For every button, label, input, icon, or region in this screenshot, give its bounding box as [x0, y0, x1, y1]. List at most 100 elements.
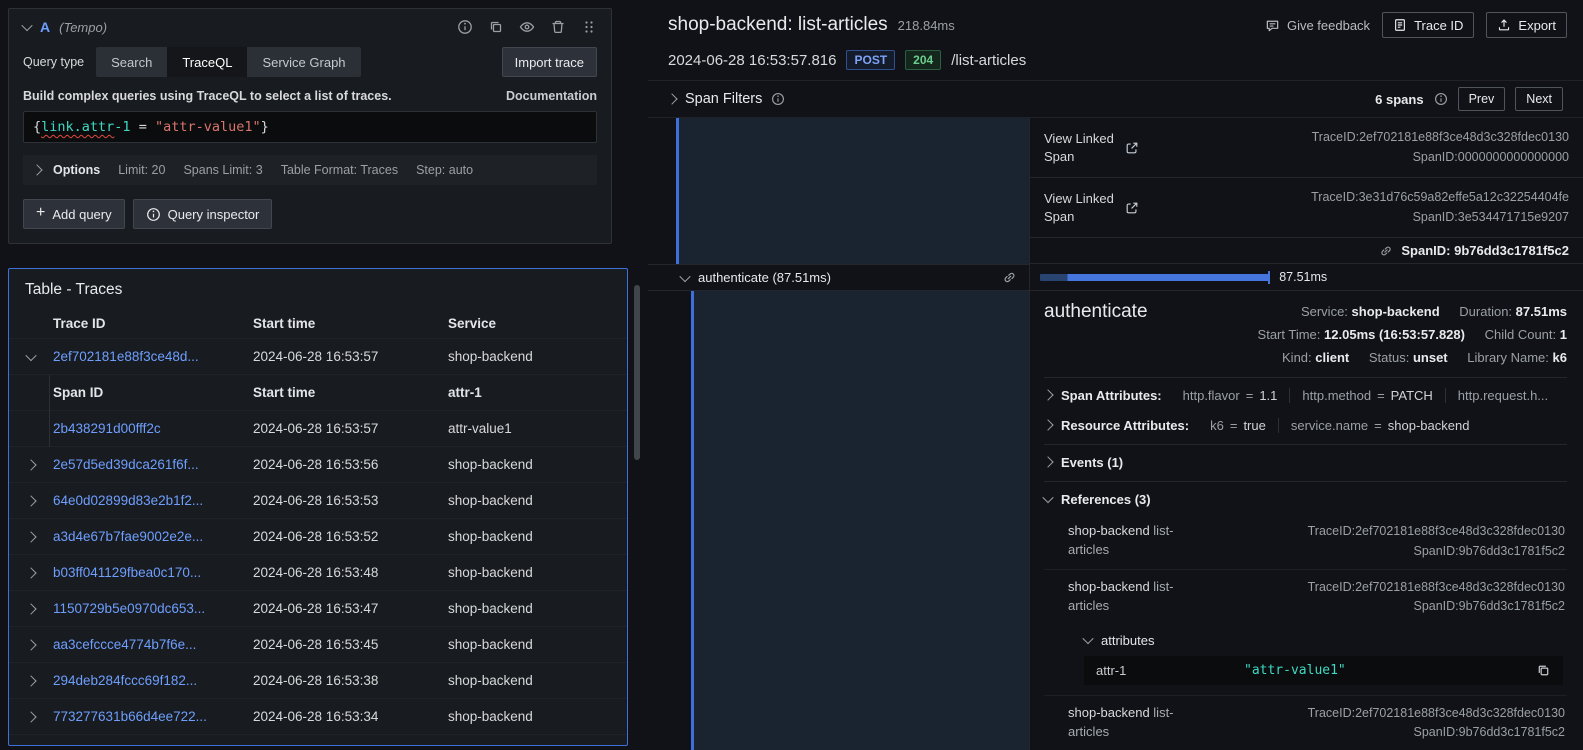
expanded-span-detail-block — [676, 118, 1029, 264]
service-cell: shop-backend — [448, 457, 533, 472]
info-circle-icon[interactable] — [771, 92, 785, 106]
view-linked-span-link[interactable]: View Linked Span — [1044, 130, 1140, 165]
left-pane-scrollbar[interactable] — [634, 285, 640, 460]
start-time-cell: 2024-06-28 16:53:57 — [253, 421, 379, 436]
query-ref-id[interactable]: A — [40, 19, 50, 35]
import-trace-button[interactable]: Import trace — [501, 47, 597, 77]
trace-id-link[interactable]: 773277631b66d4ee722... — [53, 709, 253, 724]
reference-item[interactable]: shop-backend list-articles TraceID:2ef70… — [1044, 570, 1567, 625]
trace-id-link[interactable]: aa3cefccce4774b7f6e... — [53, 637, 253, 652]
info-circle-icon[interactable] — [1434, 92, 1448, 106]
table-row: aa3cefccce4774b7f6e... 2024-06-28 16:53:… — [9, 627, 627, 663]
subtable-row: 2b438291d00fff2c 2024-06-28 16:53:57 att… — [9, 411, 627, 447]
resource-attributes-accordion[interactable]: Resource Attributes: k6 = true service.nam… — [1042, 410, 1567, 440]
option-table-format: Table Format: Traces — [280, 163, 399, 177]
external-link-icon — [1125, 141, 1139, 155]
span-filters-label[interactable]: Span Filters — [685, 91, 762, 107]
attribute-value: "attr-value1" — [1244, 662, 1346, 678]
linked-span-row: View Linked Span TraceID:2ef702181e88f3c… — [1030, 118, 1583, 178]
view-linked-span-link[interactable]: View Linked Span — [1044, 190, 1140, 225]
query-operator: = — [130, 119, 155, 135]
next-span-button[interactable]: Next — [1515, 87, 1563, 111]
trace-path: /list-articles — [951, 51, 1027, 69]
reference-attributes-toggle[interactable]: attributes — [1044, 625, 1567, 654]
col-service: Service — [448, 316, 497, 331]
row-expander-icon[interactable] — [9, 349, 53, 361]
events-accordion[interactable]: Events (1) — [1042, 447, 1567, 477]
row-expander-icon[interactable] — [9, 566, 53, 579]
reference-item[interactable]: shop-backend list-articles TraceID:2ef70… — [1044, 694, 1567, 750]
reference-attribute-row: attr-1 "attr-value1" — [1084, 655, 1563, 685]
give-feedback-link[interactable]: Give feedback — [1265, 18, 1370, 33]
linked-trace-id: TraceID:2ef702181e88f3ce48d3c328fdec0130 — [1311, 130, 1569, 145]
external-link-icon — [1125, 201, 1139, 215]
trace-title: shop-backend: list-articles — [668, 14, 888, 35]
span-duration: 87.51ms — [1515, 304, 1567, 319]
query-brace-open: { — [33, 119, 42, 135]
table-row: 294deb284fccc69f182... 2024-06-28 16:53:… — [9, 663, 627, 699]
plus-icon: + — [36, 204, 46, 221]
query-row-header: A (Tempo) — [9, 9, 611, 41]
reference-item[interactable]: shop-backend list-articles TraceID:2ef70… — [1044, 514, 1567, 570]
query-options-toggle[interactable]: Options Limit: 20 Spans Limit: 3 Table F… — [23, 155, 597, 185]
trace-id-link[interactable]: 2ef702181e88f3ce48d... — [53, 349, 253, 364]
info-circle-icon — [146, 207, 161, 222]
row-expander-icon[interactable] — [9, 674, 53, 687]
trace-id-link[interactable]: 64e0d02899d83e2b1f2... — [53, 493, 253, 508]
copy-value-icon[interactable] — [1536, 663, 1551, 678]
trace-id-link[interactable]: a3d4e67b7fae9002e2e... — [53, 529, 253, 544]
reference-trace-id: TraceID:2ef702181e88f3ce48d3c328fdec0130 — [1307, 524, 1565, 539]
trace-id-link[interactable]: 2e57d5ed39dca261f6f... — [53, 457, 253, 472]
span-id-link[interactable]: 2b438291d00fff2c — [53, 421, 253, 436]
documentation-link[interactable]: Documentation — [506, 89, 597, 103]
export-button[interactable]: Export — [1486, 12, 1567, 38]
service-cell: shop-backend — [448, 493, 533, 508]
copy-query-icon[interactable] — [488, 19, 504, 35]
span-duration-bar[interactable] — [1040, 270, 1271, 284]
traceql-query-input[interactable]: {link.attr -1 = "attr-value1"} — [23, 111, 597, 143]
row-expander-icon[interactable] — [9, 530, 53, 543]
trace-id-button[interactable]: Trace ID — [1382, 12, 1475, 38]
row-expander-icon[interactable] — [9, 494, 53, 507]
col-attr-1: attr-1 — [448, 385, 482, 400]
row-expander-icon[interactable] — [9, 602, 53, 615]
col-sub-start-time: Start time — [253, 385, 316, 400]
references-accordion[interactable]: References (3) — [1042, 484, 1567, 514]
chevron-right-icon[interactable] — [666, 93, 678, 105]
span-count: 6 spans — [1375, 91, 1424, 107]
span-duration-bar-row[interactable]: 87.51ms — [1030, 264, 1583, 291]
prev-span-button[interactable]: Prev — [1457, 87, 1506, 111]
link-icon[interactable] — [1002, 270, 1017, 285]
tab-search[interactable]: Search — [96, 47, 167, 77]
eye-icon[interactable] — [519, 19, 535, 35]
row-expander-icon[interactable] — [9, 710, 53, 723]
trash-icon[interactable] — [550, 19, 566, 35]
option-spans-limit: Spans Limit: 3 — [183, 163, 263, 177]
collapse-query-icon[interactable] — [21, 19, 33, 32]
tab-service-graph[interactable]: Service Graph — [247, 47, 360, 77]
row-expander-icon[interactable] — [9, 638, 53, 651]
traces-table-panel: Table - Traces Trace ID Start time Servi… — [8, 268, 628, 746]
drag-handle-icon[interactable] — [581, 19, 597, 35]
add-query-button[interactable]: + Add query — [23, 199, 125, 229]
trace-id-link[interactable]: 294deb284fccc69f182... — [53, 673, 253, 688]
trace-id-link[interactable]: 1150729b5e0970dc653... — [53, 601, 253, 616]
span-filters-bar: Span Filters 6 spans Prev Next — [648, 80, 1583, 118]
info-circle-icon[interactable] — [457, 19, 473, 35]
start-time-cell: 2024-06-28 16:53:38 — [253, 673, 379, 688]
service-cell: shop-backend — [448, 709, 533, 724]
option-step: Step: auto — [416, 163, 474, 177]
chevron-down-icon — [1042, 492, 1054, 504]
service-cell: shop-backend — [448, 601, 533, 616]
query-inspector-button[interactable]: Query inspector — [132, 199, 273, 229]
tab-traceql[interactable]: TraceQL — [167, 47, 248, 77]
datasource-name: (Tempo) — [59, 19, 108, 35]
chevron-right-icon — [31, 164, 43, 176]
collapse-span-icon[interactable] — [679, 270, 691, 282]
span-row-authenticate[interactable]: authenticate (87.51ms) — [648, 264, 1029, 291]
col-span-id: Span ID — [53, 385, 104, 400]
row-expander-icon[interactable] — [9, 458, 53, 471]
trace-id-link[interactable]: b03ff041129fbea0c170... — [53, 565, 253, 580]
linked-span-id: SpanID:0000000000000000 — [1412, 149, 1569, 164]
span-attributes-accordion[interactable]: Span Attributes: http.flavor = 1.1 http.me… — [1042, 380, 1567, 410]
